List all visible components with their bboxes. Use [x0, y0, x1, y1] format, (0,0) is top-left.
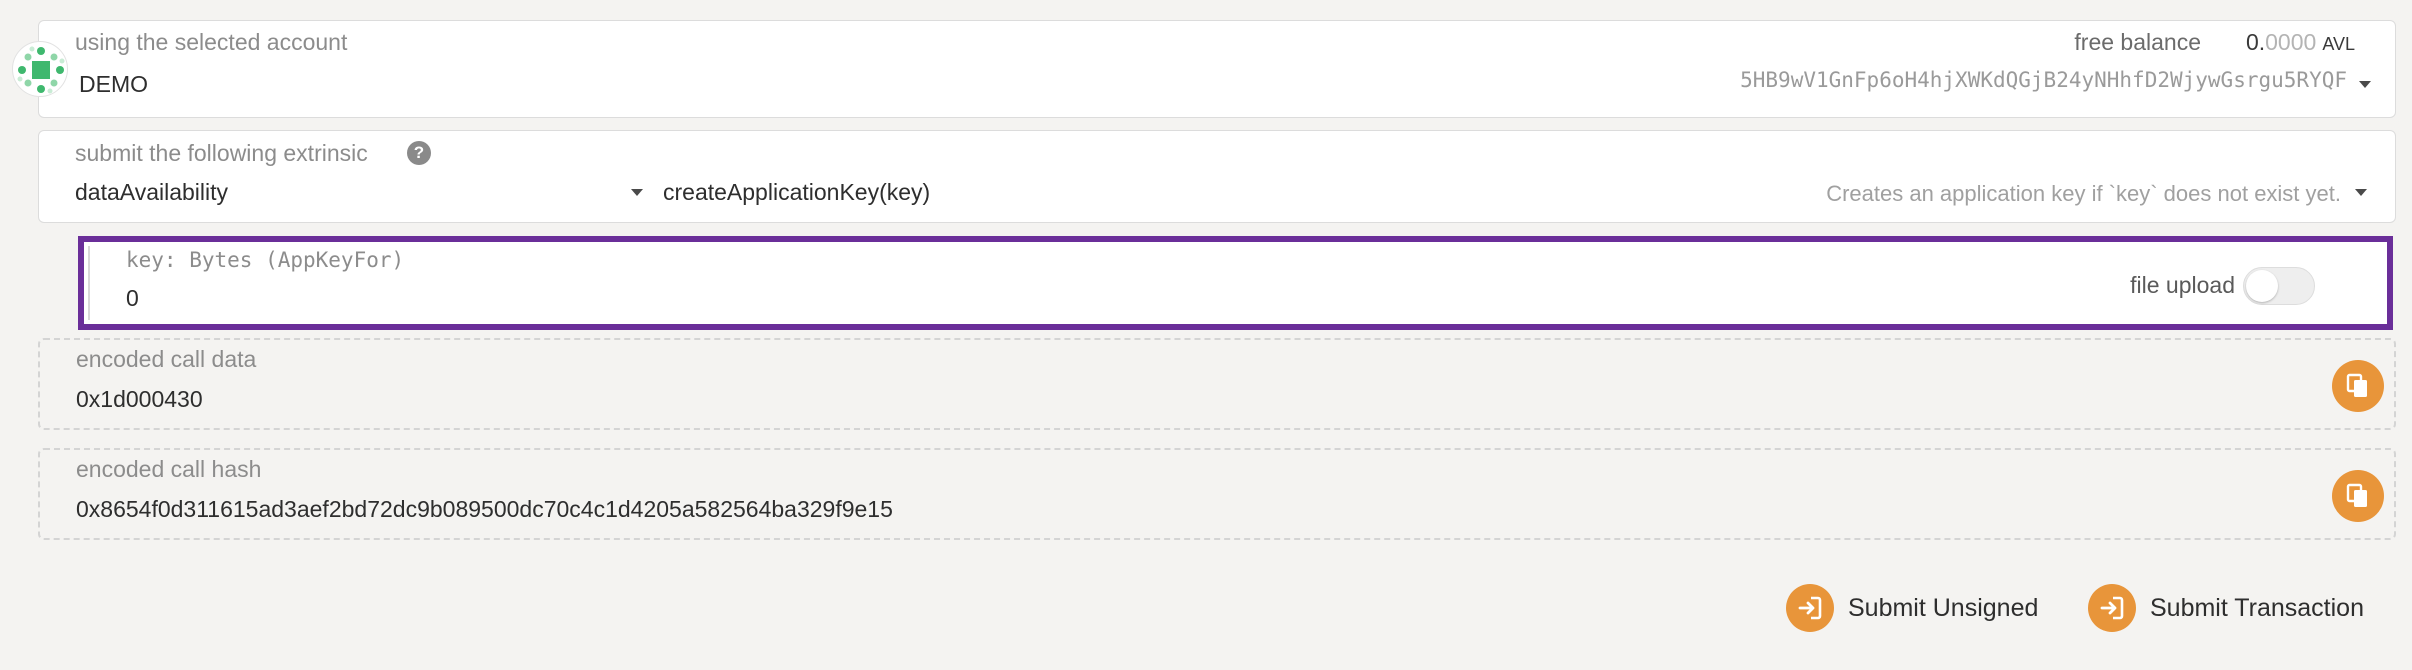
file-upload-toggle[interactable] — [2243, 267, 2315, 305]
encoded-call-hash-label: encoded call hash — [76, 456, 262, 482]
copy-icon — [2346, 483, 2367, 507]
key-param-label: key: Bytes (AppKeyFor) — [126, 248, 405, 272]
method-select[interactable]: createApplicationKey(key) Creates an app… — [663, 177, 2389, 213]
module-select[interactable]: dataAvailability — [75, 177, 655, 213]
encoded-call-hash-box: encoded call hash 0x8654f0d311615ad3aef2… — [38, 448, 2396, 540]
sign-in-icon — [2088, 584, 2136, 632]
toggle-knob — [2246, 270, 2278, 302]
file-upload-label: file upload — [2130, 272, 2235, 298]
account-address: 5HB9wV1GnFp6oH4hjXWKdQGjB24yNHhfD2WjywGs… — [1740, 68, 2347, 92]
free-balance-label: free balance — [2074, 29, 2201, 55]
method-value: createApplicationKey(key) — [663, 179, 931, 205]
copy-call-data-button[interactable] — [2332, 360, 2384, 412]
chevron-down-icon[interactable] — [2355, 189, 2367, 196]
encoded-call-hash-value: 0x8654f0d311615ad3aef2bd72dc9b089500dc70… — [76, 496, 893, 522]
help-icon[interactable]: ? — [407, 141, 431, 165]
submit-unsigned-label: Submit Unsigned — [1848, 593, 2039, 622]
extrinsic-label: submit the following extrinsic — [75, 140, 368, 166]
submit-unsigned-button[interactable]: Submit Unsigned — [1786, 580, 2038, 636]
chevron-down-icon[interactable] — [2359, 81, 2371, 88]
param-indent-line — [88, 246, 90, 320]
chevron-down-icon[interactable] — [631, 189, 643, 196]
account-name: DEMO — [79, 71, 148, 97]
method-description: Creates an application key if `key` does… — [1826, 181, 2341, 206]
encoded-call-data-label: encoded call data — [76, 346, 257, 372]
key-param-field: key: Bytes (AppKeyFor) file upload — [78, 236, 2393, 330]
submit-transaction-button[interactable]: Submit Transaction — [2088, 580, 2364, 636]
free-balance-value: 0.0000 AVL — [2245, 29, 2355, 55]
copy-icon — [2346, 373, 2367, 397]
encoded-call-data-box: encoded call data 0x1d000430 — [38, 338, 2396, 430]
account-identicon-icon — [12, 41, 68, 97]
module-value: dataAvailability — [75, 179, 229, 205]
encoded-call-data-value: 0x1d000430 — [76, 386, 203, 412]
copy-call-hash-button[interactable] — [2332, 470, 2384, 522]
sign-in-icon — [1786, 584, 1834, 632]
extrinsic-selector: submit the following extrinsic ? dataAva… — [38, 130, 2396, 223]
key-param-input[interactable] — [126, 282, 1326, 314]
submit-transaction-label: Submit Transaction — [2150, 593, 2364, 622]
account-label: using the selected account — [75, 29, 348, 55]
account-selector[interactable]: using the selected account DEMO free bal… — [38, 20, 2396, 118]
